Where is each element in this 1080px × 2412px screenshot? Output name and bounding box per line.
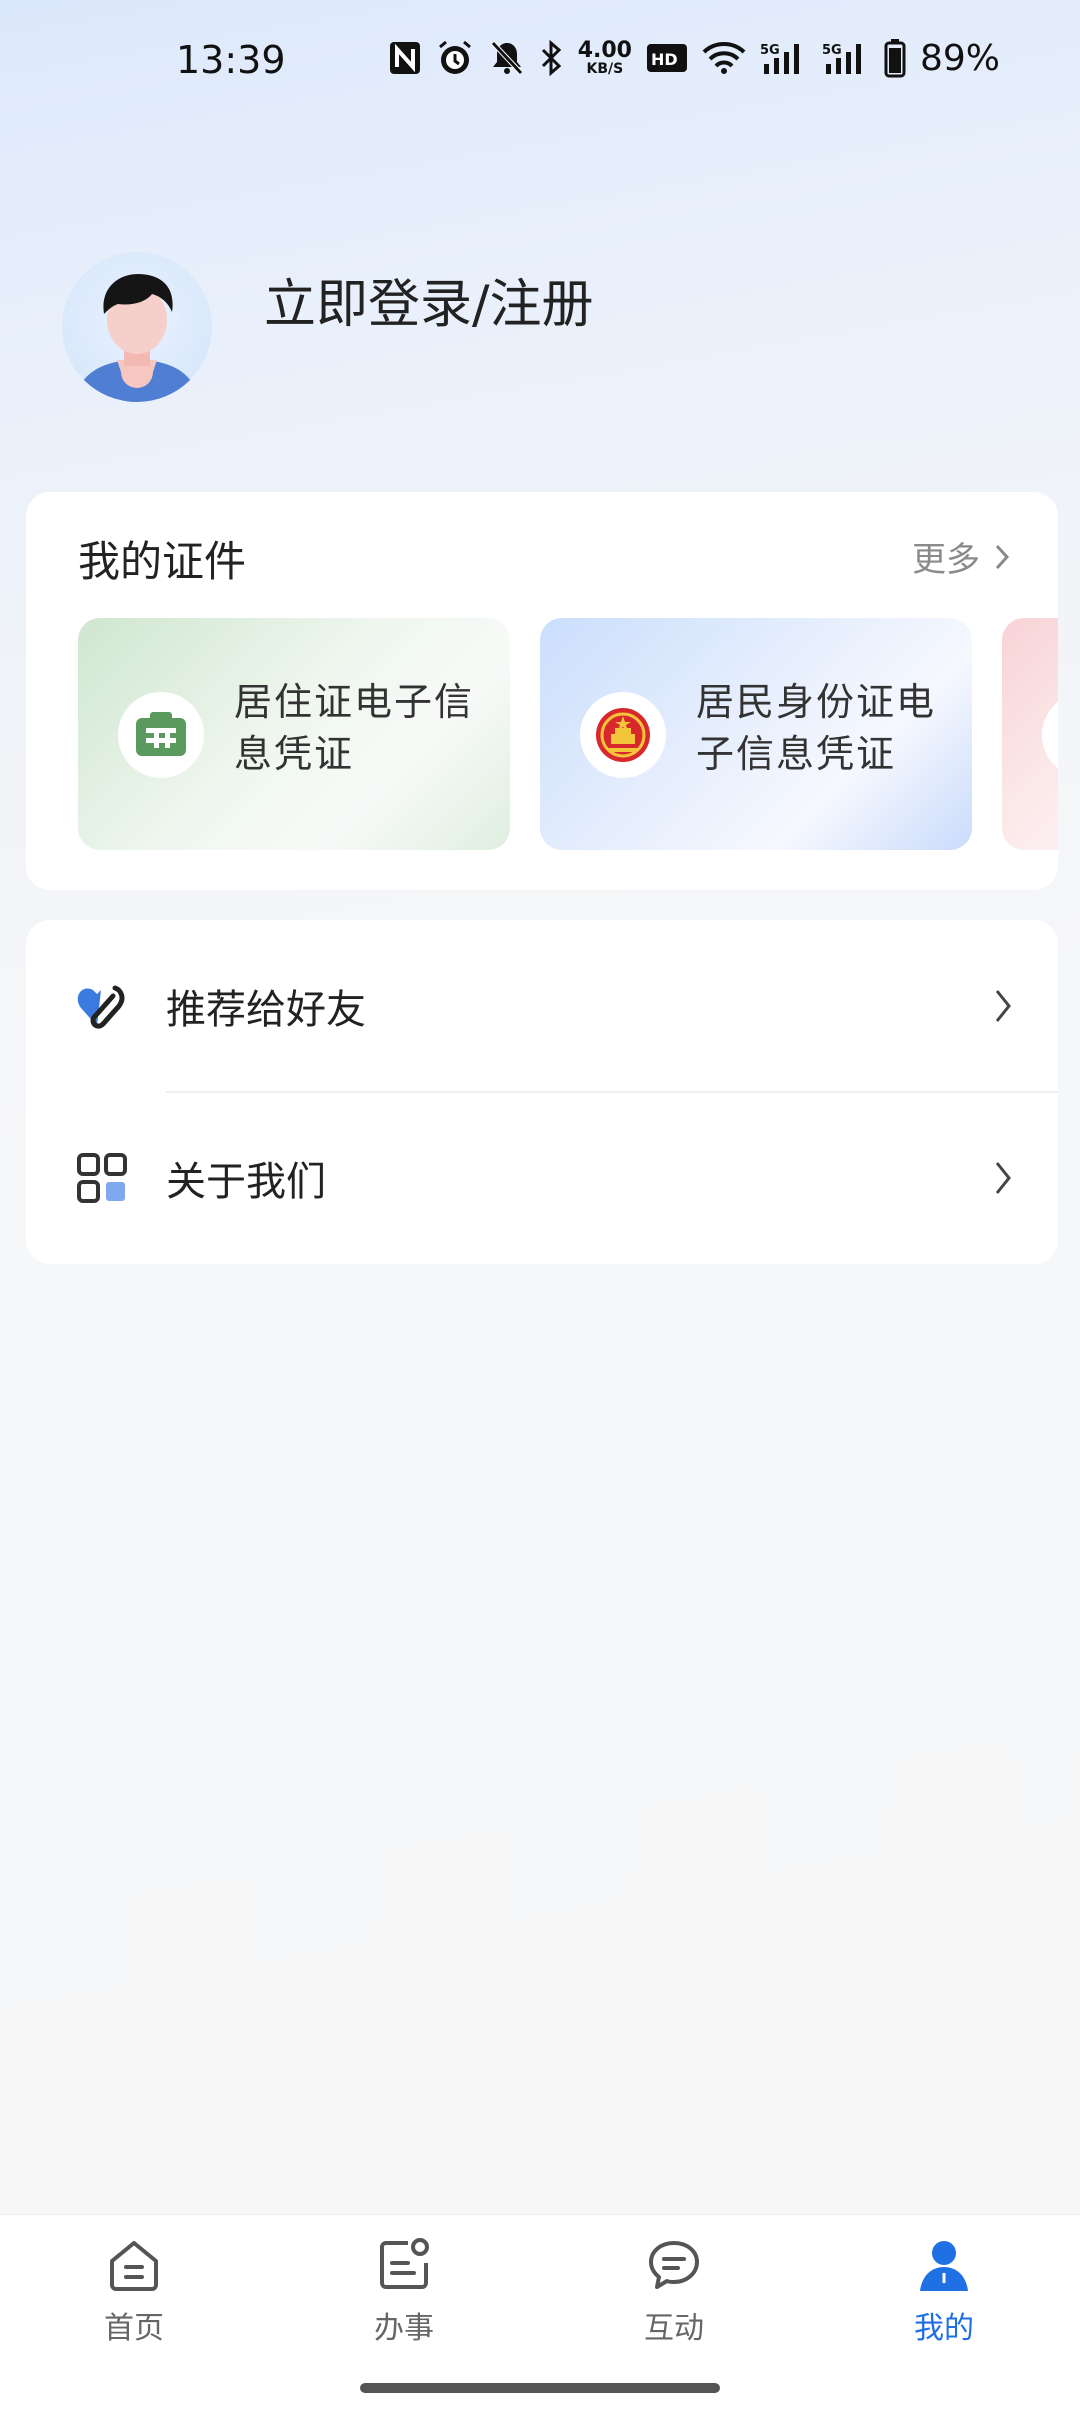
login-register-link[interactable]: 立即登录/注册 (264, 262, 594, 337)
nav-item-mine[interactable]: 我的 (874, 2237, 1014, 2347)
service-icon (380, 2238, 429, 2289)
svg-text:HD: HD (651, 50, 678, 69)
nav-item-service[interactable]: 办事 (334, 2237, 474, 2347)
certificate-label: 居住证电子信息凭证 (234, 680, 475, 776)
svg-text:5G: 5G (760, 43, 780, 58)
nav-label: 互动 (644, 2311, 704, 2346)
menu-item-about[interactable]: 关于我们 (26, 1092, 1058, 1264)
status-bar: 13:39 4.00 KB/S HD 5G 5G 89% (0, 0, 1080, 128)
residence-permit-icon (118, 692, 204, 778)
chat-icon (649, 2241, 699, 2289)
heart-share-icon (74, 978, 130, 1034)
more-label: 更多 (912, 540, 980, 580)
alarm-icon (436, 36, 474, 80)
certificate-item-partial[interactable] (1002, 618, 1058, 850)
chevron-right-icon (995, 990, 1011, 1022)
nav-label: 首页 (104, 2311, 164, 2346)
signal-5g-icon: 5G (822, 36, 870, 80)
home-indicator[interactable] (360, 2383, 720, 2393)
svg-text:5G: 5G (822, 43, 842, 58)
grid-apps-icon (74, 1150, 130, 1206)
certificate-item-residence-permit[interactable]: 居住证电子信息凭证 (78, 618, 510, 850)
net-speed: 4.00 KB/S (577, 38, 632, 77)
nav-item-home[interactable]: 首页 (64, 2237, 204, 2347)
home-icon (110, 2241, 158, 2291)
section-title: 我的证件 (78, 537, 247, 586)
nav-label: 办事 (374, 2311, 434, 2346)
bottom-nav: 首页 办事 互动 我的 (0, 2214, 1080, 2412)
battery-percent: 89% (919, 37, 1000, 79)
chevron-right-icon (995, 1162, 1011, 1194)
net-speed-unit: KB/S (586, 61, 624, 77)
nav-item-interact[interactable]: 互动 (604, 2237, 744, 2347)
menu-item-recommend[interactable]: 推荐给好友 (26, 920, 1058, 1093)
avatar[interactable] (62, 252, 212, 402)
certificate-label: 居民身份证电子信息凭证 (696, 680, 937, 776)
bluetooth-icon (540, 36, 564, 80)
national-emblem-icon (580, 692, 666, 778)
hd-icon: HD (646, 36, 688, 80)
my-certificates-card: 我的证件 更多 居住证电子信息凭证 居民身份证电子信息凭证 (26, 492, 1058, 890)
menu-item-label: 关于我们 (166, 1159, 326, 1205)
net-speed-value: 4.00 (577, 38, 632, 63)
nfc-icon (388, 36, 422, 80)
more-link[interactable]: 更多 (912, 532, 1010, 581)
card-icon (1042, 692, 1058, 778)
chevron-right-icon (995, 544, 1010, 569)
menu-card: 推荐给好友 关于我们 (26, 920, 1058, 1264)
certificate-item-id-card[interactable]: 居民身份证电子信息凭证 (540, 618, 972, 850)
battery-icon (884, 36, 906, 80)
wifi-icon (702, 36, 746, 80)
menu-item-label: 推荐给好友 (166, 987, 366, 1033)
mute-icon (488, 36, 526, 80)
default-avatar-icon (74, 274, 200, 402)
status-time: 13:39 (176, 38, 286, 82)
signal-5g-icon: 5G (760, 36, 808, 80)
status-icons: 4.00 KB/S HD 5G 5G 89% (388, 36, 1000, 80)
person-icon (920, 2241, 968, 2291)
nav-label: 我的 (914, 2311, 974, 2346)
